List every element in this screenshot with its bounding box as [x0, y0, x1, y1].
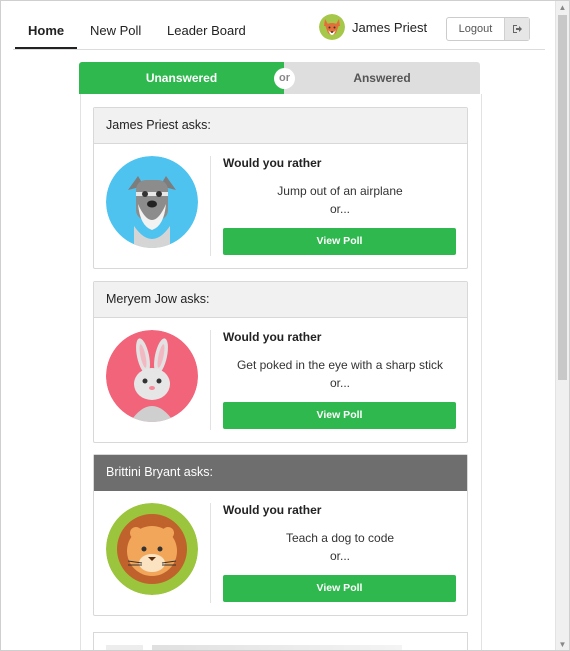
option-preview: Jump out of an airplane [277, 184, 403, 198]
question-body: Would you rather Get poked in the eye wi… [94, 318, 467, 442]
schnauzer-dog-icon [106, 156, 198, 248]
view-poll-button[interactable]: View Poll [223, 402, 456, 429]
logout-button[interactable]: Logout [446, 17, 530, 41]
option-preview: Teach a dog to code [285, 531, 395, 545]
question-body: Would you rather Teach a dog to code or.… [94, 491, 467, 615]
question-card: Meryem Jow asks: Would you rather Get po… [93, 281, 468, 443]
or-text: or... [329, 202, 350, 216]
app-window: Home New Poll Leader Board James Priest … [0, 0, 570, 651]
scroll-up-arrow-icon[interactable]: ▲ [556, 1, 569, 15]
fox-icon [319, 14, 345, 40]
tab-home[interactable]: Home [15, 11, 78, 49]
tab-leader-board[interactable]: Leader Board [154, 11, 259, 48]
question-author: Meryem Jow asks: [94, 282, 467, 318]
card-divider [210, 503, 211, 603]
or-text: or... [329, 376, 350, 390]
tab-new-poll[interactable]: New Poll [77, 11, 154, 48]
scrollbar-thumb[interactable] [558, 15, 567, 380]
question-filter-toggle: Unanswered Answered or [79, 62, 480, 94]
would-you-rather-heading: Would you rather [223, 156, 322, 170]
vertical-scrollbar[interactable]: ▲ ▼ [555, 1, 569, 650]
view-poll-button[interactable]: View Poll [223, 228, 456, 255]
question-author: James Priest asks: [94, 108, 467, 144]
or-badge: or [274, 68, 295, 89]
question-author: Brittini Bryant asks: [94, 455, 467, 491]
loading-placeholder [152, 645, 402, 650]
question-card: James Priest asks: Would you rather Jump… [93, 107, 468, 269]
option-preview: Get poked in the eye with a sharp stick [236, 358, 444, 372]
rabbit-icon [106, 330, 198, 422]
card-divider [210, 156, 211, 256]
user-name: James Priest [352, 19, 428, 35]
would-you-rather-heading: Would you rather [223, 503, 322, 517]
lion-icon [106, 503, 198, 595]
top-nav: Home New Poll Leader Board James Priest … [13, 11, 545, 50]
question-card-partial [93, 632, 468, 650]
question-card: Brittini Bryant asks: Would you rather T… [93, 454, 468, 616]
answered-tab[interactable]: Answered [284, 62, 480, 94]
current-user: James Priest [319, 13, 427, 41]
card-divider [210, 330, 211, 430]
logout-label: Logout [458, 23, 493, 35]
question-list: James Priest asks: Would you rather Jump… [80, 94, 482, 650]
view-poll-button[interactable]: View Poll [223, 575, 456, 602]
loading-placeholder [106, 645, 143, 650]
or-text: or... [329, 549, 350, 563]
sign-out-icon [504, 18, 529, 40]
would-you-rather-heading: Would you rather [223, 330, 322, 344]
question-body: Would you rather Jump out of an airplane… [94, 144, 467, 268]
scroll-down-arrow-icon[interactable]: ▼ [556, 638, 569, 650]
unanswered-tab[interactable]: Unanswered [79, 62, 284, 94]
